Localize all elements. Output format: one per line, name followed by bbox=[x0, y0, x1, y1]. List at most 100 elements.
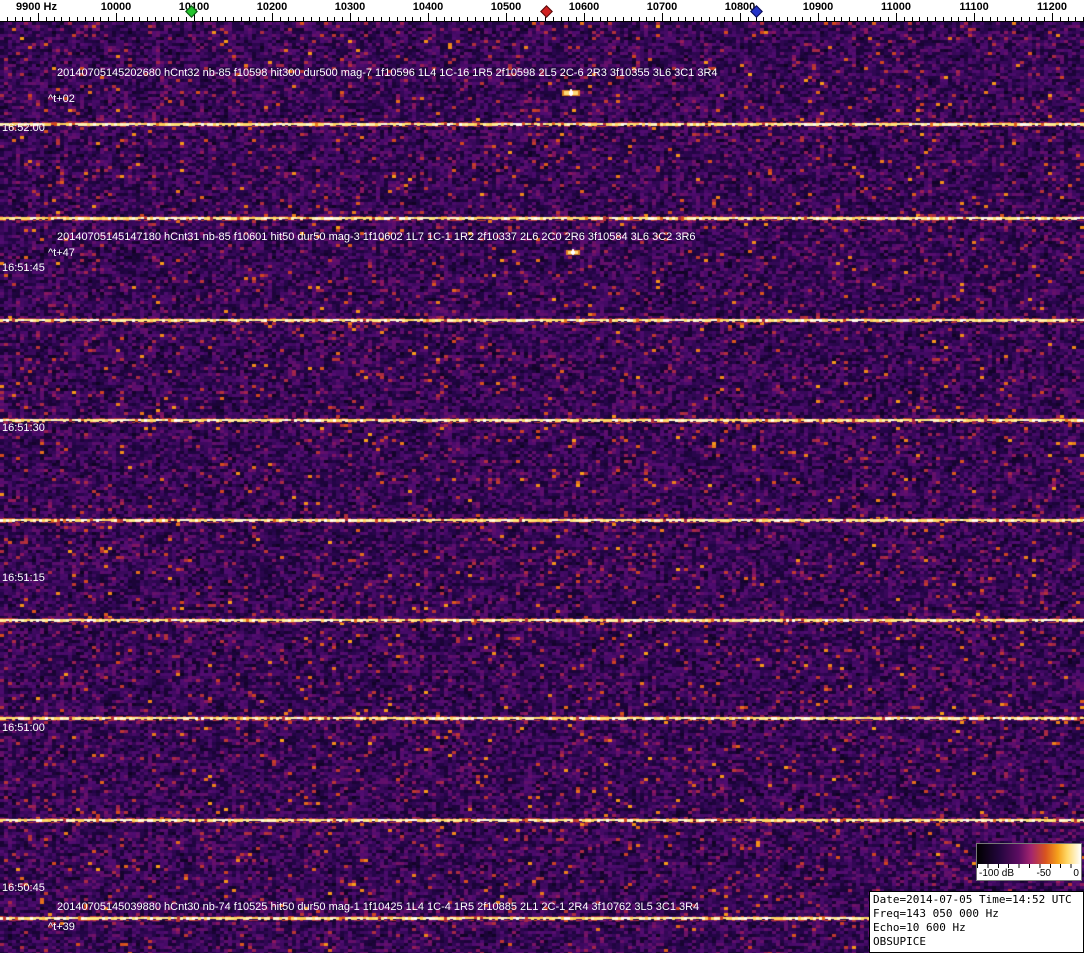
ruler-minor-tick bbox=[927, 17, 928, 21]
ruler-minor-tick bbox=[943, 17, 944, 21]
ruler-minor-tick bbox=[623, 17, 624, 21]
ruler-minor-tick bbox=[693, 17, 694, 21]
freq-tick-label: 11000 bbox=[881, 1, 911, 13]
ruler-minor-tick bbox=[483, 17, 484, 21]
ruler-minor-tick bbox=[997, 17, 998, 21]
ruler-minor-tick bbox=[490, 17, 491, 21]
ruler-minor-tick bbox=[459, 17, 460, 21]
ruler-minor-tick bbox=[576, 17, 577, 21]
ruler-minor-tick bbox=[381, 17, 382, 21]
ruler-minor-tick bbox=[1075, 17, 1076, 21]
ruler-minor-tick bbox=[568, 17, 569, 21]
ruler-minor-tick bbox=[178, 17, 179, 21]
ruler-major-tick bbox=[272, 13, 273, 21]
ruler-minor-tick bbox=[202, 17, 203, 21]
ruler-minor-tick bbox=[85, 17, 86, 21]
ruler-minor-tick bbox=[46, 17, 47, 21]
ruler-minor-tick bbox=[912, 17, 913, 21]
ruler-major-tick bbox=[1052, 13, 1053, 21]
ruler-minor-tick bbox=[412, 17, 413, 21]
ruler-minor-tick bbox=[342, 17, 343, 21]
freq-tick-label: 11200 bbox=[1037, 1, 1067, 13]
info-station-line: OBSUPICE bbox=[873, 935, 1080, 949]
ruler-minor-tick bbox=[802, 17, 803, 21]
ruler-minor-tick bbox=[561, 17, 562, 21]
ruler-minor-tick bbox=[132, 17, 133, 21]
ruler-minor-tick bbox=[795, 17, 796, 21]
ruler-minor-tick bbox=[280, 17, 281, 21]
ruler-minor-tick bbox=[966, 17, 967, 21]
ruler-minor-tick bbox=[631, 17, 632, 21]
freq-tick-label: 10900 bbox=[803, 1, 834, 13]
freq-tick-label: 11100 bbox=[959, 1, 988, 13]
ruler-minor-tick bbox=[639, 17, 640, 21]
ruler-minor-tick bbox=[249, 17, 250, 21]
ruler-minor-tick bbox=[1036, 17, 1037, 21]
ruler-minor-tick bbox=[865, 17, 866, 21]
freq-tick-label: 10500 bbox=[491, 1, 522, 13]
ruler-minor-tick bbox=[311, 17, 312, 21]
ruler-minor-tick bbox=[22, 17, 23, 21]
ruler-minor-tick bbox=[592, 17, 593, 21]
freq-tick-label: 9900 Hz bbox=[16, 1, 57, 13]
ruler-minor-tick bbox=[147, 17, 148, 21]
ruler-minor-tick bbox=[615, 17, 616, 21]
ruler-minor-tick bbox=[1021, 17, 1022, 21]
ruler-major-tick bbox=[584, 13, 585, 21]
ruler-minor-tick bbox=[522, 17, 523, 21]
ruler-major-tick bbox=[974, 13, 975, 21]
ruler-minor-tick bbox=[295, 17, 296, 21]
ruler-minor-tick bbox=[233, 17, 234, 21]
ruler-minor-tick bbox=[724, 17, 725, 21]
ruler-major-tick bbox=[116, 13, 117, 21]
ruler-minor-tick bbox=[366, 17, 367, 21]
ruler-minor-tick bbox=[1044, 17, 1045, 21]
info-echo-line: Echo=10 600 Hz bbox=[873, 921, 1080, 935]
ruler-minor-tick bbox=[646, 17, 647, 21]
ruler-minor-tick bbox=[709, 17, 710, 21]
freq-tick-label: 10000 bbox=[101, 1, 132, 13]
ruler-minor-tick bbox=[30, 17, 31, 21]
ruler-minor-tick bbox=[7, 17, 8, 21]
db-mid-label: -50 bbox=[1037, 868, 1051, 879]
ruler-major-tick bbox=[506, 13, 507, 21]
ruler-minor-tick bbox=[1013, 17, 1014, 21]
ruler-minor-tick bbox=[717, 17, 718, 21]
info-freq-line: Freq=143 050 000 Hz bbox=[873, 907, 1080, 921]
ruler-minor-tick bbox=[303, 17, 304, 21]
db-scale-legend: -100 dB -50 0 bbox=[976, 843, 1082, 881]
ruler-minor-tick bbox=[124, 17, 125, 21]
meteor-spectrogram-screen: 9900 Hz100001010010200103001040010500106… bbox=[0, 0, 1084, 953]
db-scale-labels: -100 dB -50 0 bbox=[977, 868, 1081, 880]
ruler-minor-tick bbox=[405, 17, 406, 21]
ruler-minor-tick bbox=[100, 17, 101, 21]
ruler-minor-tick bbox=[54, 17, 55, 21]
ruler-minor-tick bbox=[1005, 17, 1006, 21]
ruler-minor-tick bbox=[873, 17, 874, 21]
ruler-minor-tick bbox=[701, 17, 702, 21]
ruler-minor-tick bbox=[553, 17, 554, 21]
ruler-minor-tick bbox=[787, 17, 788, 21]
db-max-label: 0 bbox=[1073, 868, 1079, 879]
ruler-minor-tick bbox=[904, 17, 905, 21]
ruler-major-tick bbox=[818, 13, 819, 21]
info-box: Date=2014-07-05 Time=14:52 UTC Freq=143 … bbox=[869, 891, 1084, 953]
ruler-minor-tick bbox=[217, 17, 218, 21]
ruler-minor-tick bbox=[389, 17, 390, 21]
ruler-minor-tick bbox=[958, 17, 959, 21]
ruler-minor-tick bbox=[171, 17, 172, 21]
ruler-minor-tick bbox=[373, 17, 374, 21]
ruler-minor-tick bbox=[826, 17, 827, 21]
freq-tick-label: 10600 bbox=[569, 1, 600, 13]
ruler-minor-tick bbox=[888, 17, 889, 21]
ruler-minor-tick bbox=[779, 17, 780, 21]
db-gradient-bar bbox=[977, 844, 1081, 864]
ruler-minor-tick bbox=[951, 17, 952, 21]
ruler-minor-tick bbox=[607, 17, 608, 21]
marker-diamond-red[interactable] bbox=[540, 5, 553, 18]
ruler-minor-tick bbox=[451, 17, 452, 21]
ruler-minor-tick bbox=[880, 17, 881, 21]
ruler-minor-tick bbox=[475, 17, 476, 21]
ruler-minor-tick bbox=[1068, 17, 1069, 21]
ruler-minor-tick bbox=[358, 17, 359, 21]
